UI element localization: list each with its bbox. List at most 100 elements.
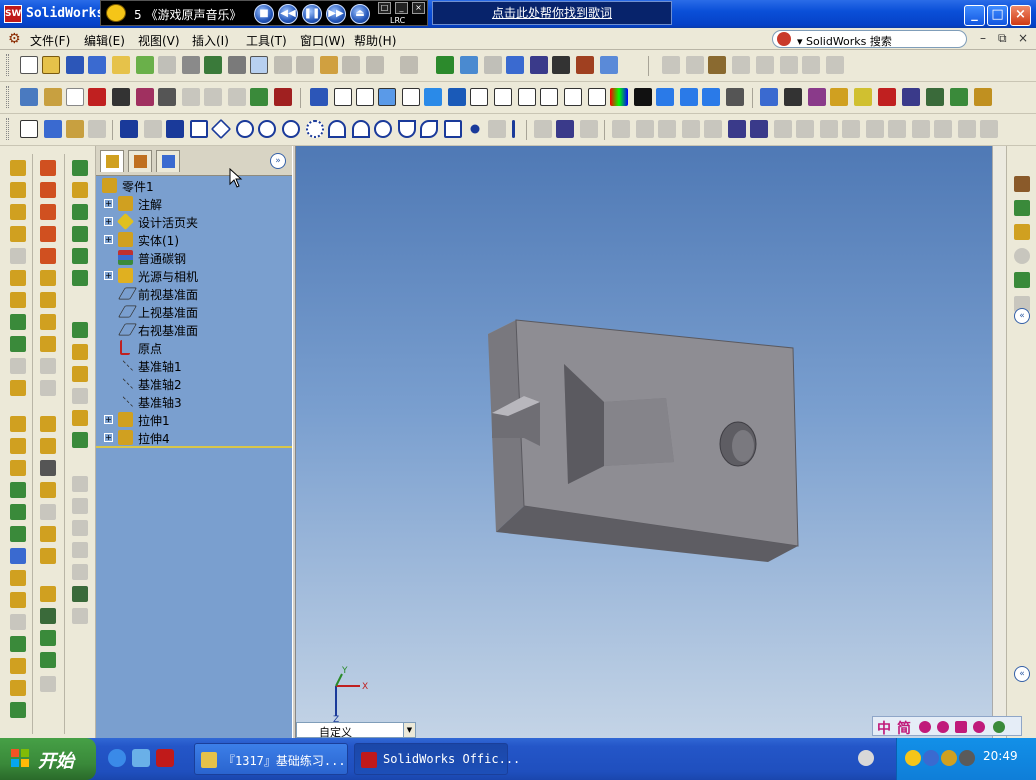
eject-icon[interactable]: ⏏ <box>350 4 370 24</box>
ime-script-label[interactable]: 简 <box>897 718 911 738</box>
view-palette-icon[interactable] <box>1014 272 1030 288</box>
mirror-feature-icon[interactable] <box>10 680 26 696</box>
smart-fastener-icon[interactable] <box>826 56 844 74</box>
extend-icon[interactable] <box>636 120 654 138</box>
revolved-boss-icon[interactable] <box>10 182 26 198</box>
check-icon[interactable] <box>830 88 848 106</box>
swept-boss-icon[interactable] <box>10 204 26 220</box>
layout-icon[interactable] <box>600 56 618 74</box>
vertical-line-icon[interactable] <box>512 120 515 138</box>
perimeter-circle-icon[interactable] <box>282 120 300 138</box>
viewport-scrollbar[interactable] <box>992 146 1006 738</box>
toolbar-grip[interactable] <box>6 54 9 76</box>
folder-icon[interactable] <box>112 56 130 74</box>
boundary-boss-icon[interactable] <box>10 248 26 264</box>
closed-corner-icon[interactable] <box>40 292 56 308</box>
move-entities-icon[interactable] <box>820 120 838 138</box>
show-desktop-icon[interactable] <box>132 749 150 767</box>
expand-icon[interactable]: + <box>104 433 113 442</box>
new-document-icon[interactable] <box>20 56 38 74</box>
menu-edit[interactable]: 编辑(E) <box>84 32 125 49</box>
save-icon[interactable] <box>66 56 84 74</box>
top-view-icon[interactable] <box>588 88 606 106</box>
ie-icon[interactable] <box>108 749 126 767</box>
solidworks-quicklaunch-icon[interactable] <box>156 749 174 767</box>
move-icon[interactable] <box>158 88 176 106</box>
reference-geometry-icon[interactable] <box>72 322 88 338</box>
offset-surface-icon[interactable] <box>72 388 88 404</box>
checkbox-icon[interactable] <box>854 88 872 106</box>
zoom-page-icon[interactable] <box>250 56 268 74</box>
solidworks-search[interactable]: ▾ SolidWorks 搜索 <box>772 30 967 48</box>
ime-tray-icon[interactable] <box>941 750 957 766</box>
wizard-icon[interactable] <box>974 88 992 106</box>
solidworks-menu-icon[interactable]: ⚙ <box>8 31 24 47</box>
start-button[interactable]: 开始 <box>0 738 96 780</box>
chevron-down-icon[interactable]: ▼ <box>403 723 415 737</box>
scale-feature-icon[interactable] <box>10 702 26 718</box>
spiral-icon[interactable] <box>72 270 88 286</box>
hidden-removed-icon[interactable] <box>518 88 536 106</box>
menu-view[interactable]: 视图(V) <box>138 32 180 49</box>
scale-icon[interactable] <box>934 120 952 138</box>
cube-icon[interactable] <box>656 88 674 106</box>
miter-flange-icon[interactable] <box>40 204 56 220</box>
knit-surface-icon[interactable] <box>72 476 88 492</box>
arrow-icon[interactable] <box>726 88 744 106</box>
split-line-icon[interactable] <box>72 160 88 176</box>
redo-icon[interactable] <box>400 56 418 74</box>
spline-on-surface-icon[interactable] <box>444 120 462 138</box>
cube-icon-3[interactable] <box>702 88 720 106</box>
shell-icon[interactable] <box>10 482 26 498</box>
break-corner-icon[interactable] <box>40 336 56 352</box>
ime-moon-icon[interactable] <box>937 721 949 733</box>
extruded-cut-icon[interactable] <box>10 270 26 286</box>
diagonal-line-icon[interactable] <box>166 120 184 138</box>
sheet-metal-2-icon[interactable] <box>40 504 56 520</box>
flex-icon[interactable] <box>10 548 26 564</box>
cube-icon-2[interactable] <box>680 88 698 106</box>
forming-tool-icon[interactable] <box>40 526 56 542</box>
collapse-pane-icon[interactable]: « <box>1014 666 1030 682</box>
pause-icon[interactable]: ❚❚ <box>302 4 322 24</box>
relations-icon[interactable] <box>866 120 884 138</box>
repair-sketch-icon[interactable] <box>912 120 930 138</box>
mirror-icon[interactable] <box>774 120 792 138</box>
perspective-icon[interactable] <box>540 88 558 106</box>
3d-icon[interactable] <box>88 88 106 106</box>
properties-icon[interactable] <box>158 56 176 74</box>
doc-close-button[interactable]: × <box>1018 31 1028 45</box>
intersection-curve-icon[interactable] <box>750 120 768 138</box>
smart-dimension-icon[interactable] <box>66 120 84 138</box>
tangent-arc-icon[interactable] <box>328 120 346 138</box>
radiate-surface-icon[interactable] <box>72 520 88 536</box>
left-view-icon[interactable] <box>356 88 374 106</box>
find-lyrics-link[interactable]: 点击此处帮你找到歌词 <box>432 1 672 25</box>
draft-icon[interactable] <box>10 460 26 476</box>
wrap-icon[interactable] <box>10 504 26 520</box>
jog-icon[interactable] <box>40 248 56 264</box>
media-minimize-button[interactable]: _ <box>395 2 408 14</box>
select-icon[interactable] <box>20 120 38 138</box>
pan-icon[interactable] <box>182 88 200 106</box>
parallelogram-icon[interactable] <box>210 118 232 140</box>
rib-icon[interactable] <box>10 438 26 454</box>
clock[interactable]: 20:49 <box>983 749 1018 763</box>
measure-icon[interactable] <box>784 88 802 106</box>
lofted-cut-icon[interactable] <box>10 336 26 352</box>
flatten-icon[interactable] <box>40 416 56 432</box>
welded-corner-icon[interactable] <box>40 314 56 330</box>
replace-face-icon[interactable] <box>72 586 88 602</box>
view-orientation-select[interactable]: 自定义 ▼ <box>296 722 416 739</box>
composite-curve-icon[interactable] <box>72 204 88 220</box>
menu-tools[interactable]: 工具(T) <box>246 32 287 49</box>
offset-icon[interactable] <box>704 120 722 138</box>
isometric-view-icon[interactable] <box>378 88 396 106</box>
point-icon[interactable] <box>470 124 480 134</box>
doc-restore-button[interactable]: ⧉ <box>998 31 1007 46</box>
stop-icon[interactable]: ■ <box>254 4 274 24</box>
curve-through-points-icon[interactable] <box>72 226 88 242</box>
previous-track-icon[interactable]: ◀◀ <box>278 4 298 24</box>
wireframe-icon[interactable] <box>470 88 488 106</box>
lrc-label[interactable]: LRC <box>390 16 405 25</box>
